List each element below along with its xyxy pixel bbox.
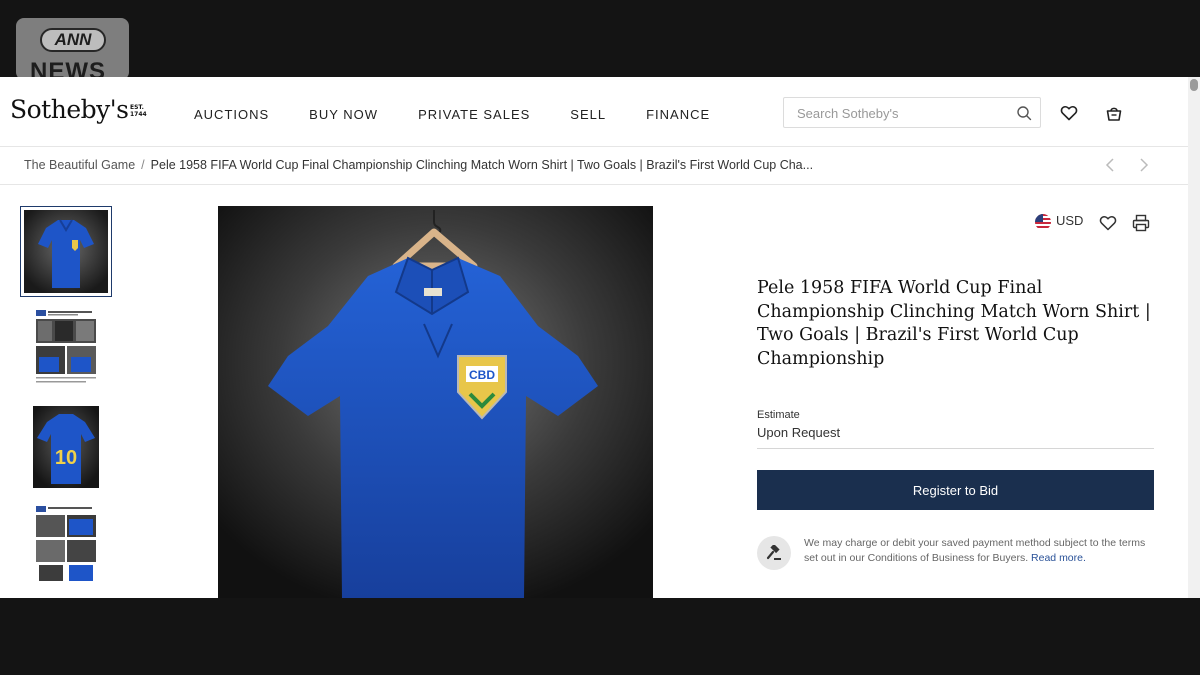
sothebys-logo[interactable]: Sotheby's (10, 95, 129, 124)
browser-page: Sotheby's EST. 1744 AUCTIONS BUY NOW PRI… (0, 77, 1188, 598)
search-input[interactable] (797, 104, 1007, 122)
read-more-link[interactable]: Read more. (1031, 552, 1086, 564)
nav-finance[interactable]: FINANCE (646, 107, 710, 122)
breadcrumb-bar: The Beautiful Game / Pele 1958 FIFA World … (0, 147, 1188, 185)
heart-icon[interactable] (1060, 104, 1078, 122)
currency-selector[interactable]: USD (1056, 213, 1083, 228)
back-number: 10 (55, 447, 77, 469)
nav-buy-now[interactable]: BUY NOW (309, 107, 378, 122)
nav-auctions[interactable]: AUCTIONS (194, 107, 269, 122)
thumbnail-image (36, 506, 96, 581)
previous-lot-icon[interactable] (1103, 157, 1117, 173)
thumbnail-shirt-front[interactable] (20, 206, 112, 297)
search-icon[interactable] (1016, 105, 1032, 121)
gavel-icon (766, 545, 781, 560)
shopping-bag-icon[interactable] (1105, 104, 1123, 122)
print-icon[interactable] (1132, 214, 1150, 232)
thumbnail-image (36, 310, 96, 383)
payment-note: We may charge or debit your saved paymen… (804, 536, 1159, 565)
site-header: Sotheby's EST. 1744 AUCTIONS BUY NOW PRI… (0, 77, 1188, 147)
payment-note-text: We may charge or debit your saved paymen… (804, 537, 1146, 564)
next-lot-icon[interactable] (1137, 157, 1151, 173)
search-box (783, 97, 1041, 128)
register-to-bid-button[interactable]: Register to Bid (757, 470, 1154, 510)
lot-title: Pele 1958 FIFA World Cup Final Champions… (757, 278, 1151, 369)
nav-private-sales[interactable]: PRIVATE SALES (418, 107, 530, 122)
nav-sell[interactable]: SELL (570, 107, 606, 122)
us-flag-icon (1035, 214, 1051, 230)
broadcaster-logo: ANN NEWS (16, 18, 129, 80)
video-frame-top (0, 0, 1200, 77)
breadcrumb-current: Pele 1958 FIFA World Cup Final Champions… (150, 158, 814, 172)
shirt-on-hanger-image: CBD (218, 206, 653, 598)
main-nav: AUCTIONS BUY NOW PRIVATE SALES SELL FINA… (194, 107, 750, 122)
estimate-value: Upon Request (757, 425, 841, 440)
breadcrumb-separator: / (141, 158, 145, 172)
thumbnail-shirt-back[interactable]: 10 (33, 406, 99, 488)
thumbnail-article-collage-2[interactable] (33, 505, 99, 587)
thumbnail-image: 10 (33, 406, 99, 488)
estimate-label: Estimate (757, 409, 800, 421)
ann-label: ANN (40, 28, 106, 52)
estimate-divider (757, 448, 1154, 449)
badge-text: CBD (469, 368, 495, 382)
breadcrumb-parent-link[interactable]: The Beautiful Game (24, 158, 135, 172)
save-lot-heart-icon[interactable] (1099, 214, 1117, 232)
scrollbar-thumb[interactable] (1190, 79, 1198, 91)
thumbnail-article-collage[interactable] (33, 309, 99, 389)
gavel-badge (757, 536, 791, 570)
page-scrollbar[interactable] (1188, 77, 1200, 598)
video-frame-bottom (0, 598, 1200, 675)
logo-est-mark: EST. 1744 (130, 104, 147, 118)
breadcrumb: The Beautiful Game / Pele 1958 FIFA World … (24, 158, 813, 172)
thumbnail-image (24, 210, 108, 293)
main-lot-image[interactable]: CBD (218, 206, 653, 598)
